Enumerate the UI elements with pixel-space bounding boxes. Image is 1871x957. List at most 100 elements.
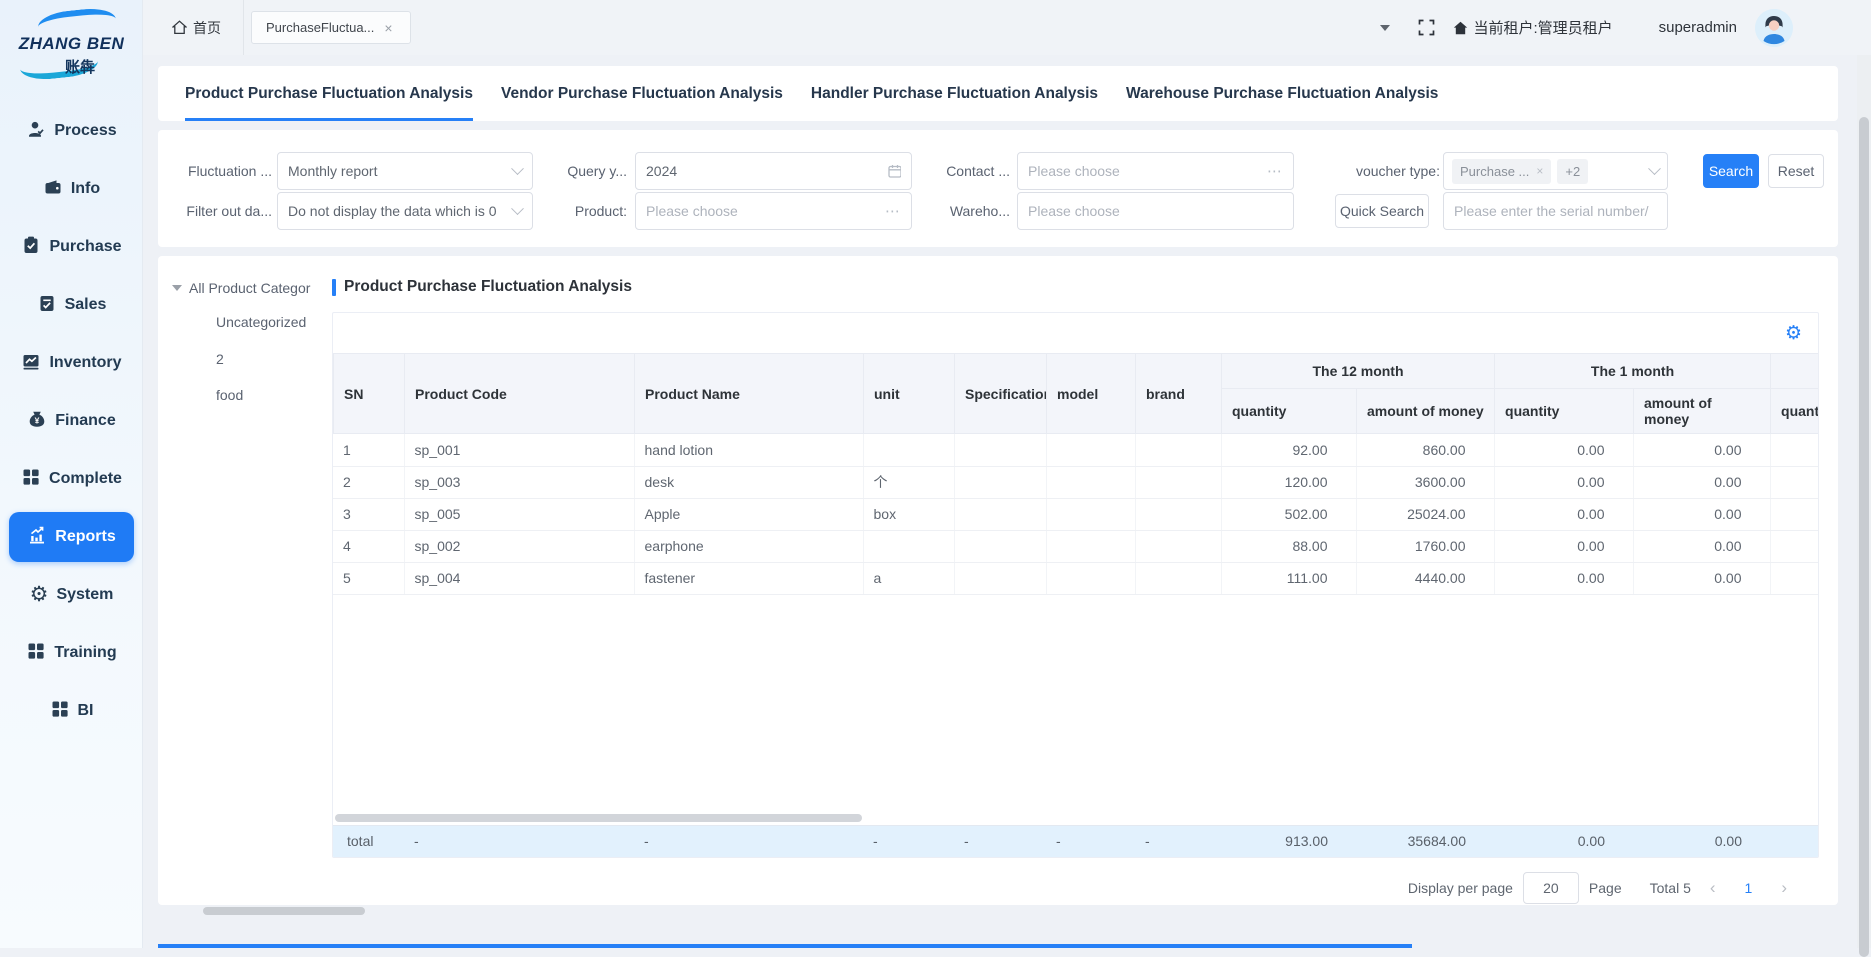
calendar-icon xyxy=(888,164,901,178)
warehouse-value[interactable] xyxy=(1028,203,1283,219)
fluctuation-select[interactable] xyxy=(277,152,533,190)
col-header-specifications[interactable]: Specifications xyxy=(955,354,1047,434)
tab-warehouse-analysis[interactable]: Warehouse Purchase Fluctuation Analysis xyxy=(1126,66,1438,121)
col-header-product-name[interactable]: Product Name xyxy=(635,354,864,434)
table-cell: 860.00 xyxy=(1356,434,1494,466)
table-cell: Apple xyxy=(634,498,863,530)
home-nav[interactable]: 首页 xyxy=(158,0,244,55)
grid-icon xyxy=(50,699,70,724)
total-cell: - xyxy=(954,825,1046,857)
home-icon xyxy=(172,20,187,35)
prev-page-icon[interactable]: ‹ xyxy=(1701,878,1725,898)
section-title: Product Purchase Fluctuation Analysis xyxy=(332,278,632,296)
voucher-tag[interactable]: Purchase ...× xyxy=(1452,159,1551,184)
table-cell: sp_003 xyxy=(404,466,634,498)
sidebar-item-purchase[interactable]: Purchase xyxy=(0,218,143,276)
tab-handler-analysis[interactable]: Handler Purchase Fluctuation Analysis xyxy=(811,66,1098,121)
query-year-value[interactable] xyxy=(646,163,888,179)
table-cell xyxy=(1770,530,1818,562)
tree-item-food[interactable]: food xyxy=(216,387,243,403)
total-cell xyxy=(1770,825,1819,857)
sidebar-item-label: Reports xyxy=(55,528,115,546)
col-header-unit[interactable]: unit xyxy=(864,354,955,434)
col-header-product-code[interactable]: Product Code xyxy=(405,354,635,434)
filter-out-select[interactable] xyxy=(277,192,533,230)
sidebar-item-info[interactable]: Info xyxy=(0,160,143,218)
table-cell: 5 xyxy=(333,562,404,594)
tree-item-2[interactable]: 2 xyxy=(216,351,224,367)
quick-search-button[interactable]: Quick Search xyxy=(1335,194,1429,228)
sidebar-item-label: Purchase xyxy=(49,238,121,256)
contact-select[interactable]: ⋯ xyxy=(1017,152,1294,190)
tree-root-all-categories[interactable]: All Product Categor xyxy=(172,280,310,296)
vertical-scrollbar[interactable] xyxy=(1857,55,1871,948)
fluctuation-value[interactable] xyxy=(288,163,513,179)
table-row[interactable]: 5 sp_004 fastener a 111.00 4440.00 0.00 … xyxy=(333,562,1818,594)
sidebar-item-complete[interactable]: Complete xyxy=(0,450,143,508)
col-header-model[interactable]: model xyxy=(1047,354,1136,434)
grid-icon xyxy=(21,467,41,492)
table-cell xyxy=(954,498,1046,530)
table-cell: 25024.00 xyxy=(1356,498,1494,530)
chevron-down-icon[interactable] xyxy=(1380,25,1390,31)
sidebar-item-finance[interactable]: ¥ Finance xyxy=(0,392,143,450)
table-cell xyxy=(1046,562,1135,594)
table-cell: 3 xyxy=(333,498,404,530)
voucher-more-tag[interactable]: +2 xyxy=(1557,159,1588,184)
sidebar-item-label: Process xyxy=(54,122,116,140)
col-header-1m-amount[interactable]: amount of money xyxy=(1634,389,1771,434)
col-header-sn[interactable]: SN xyxy=(334,354,405,434)
table-cell: sp_005 xyxy=(404,498,634,530)
open-tab[interactable]: PurchaseFluctua... × xyxy=(251,11,411,44)
contact-value[interactable] xyxy=(1028,163,1267,179)
serial-number-value[interactable] xyxy=(1454,203,1657,219)
table-row[interactable]: 2 sp_003 desk 个 120.00 3600.00 0.00 0.00 xyxy=(333,466,1818,498)
sidebar-item-training[interactable]: Training xyxy=(0,624,143,682)
col-header-brand[interactable]: brand xyxy=(1136,354,1222,434)
next-page-icon[interactable]: › xyxy=(1772,878,1796,898)
page-size-select[interactable]: 20 xyxy=(1523,872,1579,904)
table-row[interactable]: 1 sp_001 hand lotion 92.00 860.00 0.00 0… xyxy=(333,434,1818,466)
scrollbar-thumb[interactable] xyxy=(1859,117,1869,957)
filter-out-value[interactable] xyxy=(288,203,519,219)
clipboard-list-icon xyxy=(37,293,57,318)
col-header-1m-quantity[interactable]: quantity xyxy=(1495,389,1634,434)
voucher-type-select[interactable]: Purchase ...× +2 xyxy=(1443,152,1668,190)
col-header-12m-amount[interactable]: amount of money xyxy=(1357,389,1495,434)
avatar[interactable] xyxy=(1755,9,1793,47)
topbar: 首页 PurchaseFluctua... × 当前租户:管理员租户 super… xyxy=(143,0,1871,55)
sidebar-item-inventory[interactable]: Inventory xyxy=(0,334,143,392)
sidebar-item-process[interactable]: Process xyxy=(0,102,143,160)
tab-product-analysis[interactable]: Product Purchase Fluctuation Analysis xyxy=(185,66,473,121)
settings-gear-icon[interactable]: ⚙ xyxy=(1785,324,1802,343)
sidebar-item-sales[interactable]: Sales xyxy=(0,276,143,334)
current-page[interactable]: 1 xyxy=(1735,880,1763,896)
fullscreen-icon[interactable] xyxy=(1418,19,1435,36)
sidebar-item-system[interactable]: ⚙ System xyxy=(0,566,143,624)
search-button[interactable]: Search xyxy=(1703,154,1759,188)
close-icon[interactable]: × xyxy=(384,20,392,36)
table-row[interactable]: 4 sp_002 earphone 88.00 1760.00 0.00 0.0… xyxy=(333,530,1818,562)
table-cell: box xyxy=(863,498,954,530)
product-value[interactable] xyxy=(646,203,885,219)
warehouse-select[interactable] xyxy=(1017,192,1294,230)
page-horizontal-scrollbar-thumb[interactable] xyxy=(203,907,365,915)
scrollbar-thumb[interactable] xyxy=(335,814,862,822)
tree-item-uncategorized[interactable]: Uncategorized xyxy=(216,314,306,330)
close-icon[interactable]: × xyxy=(1536,164,1543,178)
col-header-clipped-quantity[interactable]: quantity xyxy=(1771,389,1819,434)
col-header-12m-quantity[interactable]: quantity xyxy=(1222,389,1357,434)
horizontal-scrollbar[interactable] xyxy=(333,811,1818,825)
reset-button[interactable]: Reset xyxy=(1768,154,1824,188)
sidebar-item-reports[interactable]: Reports xyxy=(9,512,134,562)
query-year-input[interactable] xyxy=(635,152,912,190)
username[interactable]: superadmin xyxy=(1659,19,1737,36)
sidebar-item-bi[interactable]: BI xyxy=(0,682,143,740)
product-select[interactable]: ⋯ xyxy=(635,192,912,230)
tab-vendor-analysis[interactable]: Vendor Purchase Fluctuation Analysis xyxy=(501,66,783,121)
caret-down-icon[interactable] xyxy=(172,285,182,291)
table-cell xyxy=(1135,466,1221,498)
table-row[interactable]: 3 sp_005 Apple box 502.00 25024.00 0.00 … xyxy=(333,498,1818,530)
serial-number-input[interactable] xyxy=(1443,192,1668,230)
tenant-info[interactable]: 当前租户:管理员租户 xyxy=(1453,17,1612,38)
